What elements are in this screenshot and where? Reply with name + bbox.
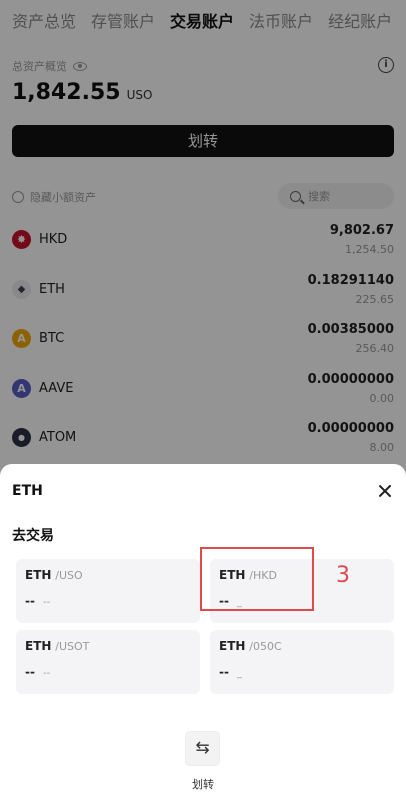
pair-base: ETH	[25, 568, 52, 582]
pair-change: --	[43, 597, 51, 608]
pair-card-eth-uso[interactable]: ETH /USO -- --	[16, 559, 200, 623]
pair-quote: /USOT	[55, 640, 90, 653]
pair-change: _	[237, 668, 242, 679]
pair-name: ETH /USOT	[25, 639, 89, 653]
pair-name: ETH /USO	[25, 568, 83, 582]
pair-card-eth-050c[interactable]: ETH /050C -- _	[210, 630, 394, 694]
close-icon[interactable]	[378, 484, 392, 498]
pair-price: --	[25, 594, 35, 608]
pair-price: --	[25, 665, 35, 679]
annotation-highlight-box	[200, 547, 314, 611]
pair-price: --	[219, 665, 229, 679]
pair-name: ETH /050C	[219, 639, 282, 653]
go-trade-title: 去交易	[12, 528, 54, 544]
pair-quote: /050C	[249, 640, 282, 653]
pair-card-eth-usot[interactable]: ETH /USOT -- --	[16, 630, 200, 694]
sheet-transfer-button[interactable]: ⇆	[185, 731, 220, 766]
pair-base: ETH	[219, 639, 246, 653]
sheet-transfer-label: 划转	[192, 778, 214, 791]
annotation-step-number: 3	[336, 563, 350, 588]
pair-change: --	[43, 668, 51, 679]
pair-quote: /USO	[55, 569, 83, 582]
pair-base: ETH	[25, 639, 52, 653]
sheet-title: ETH	[12, 483, 43, 499]
swap-arrows-icon: ⇆	[195, 738, 210, 758]
